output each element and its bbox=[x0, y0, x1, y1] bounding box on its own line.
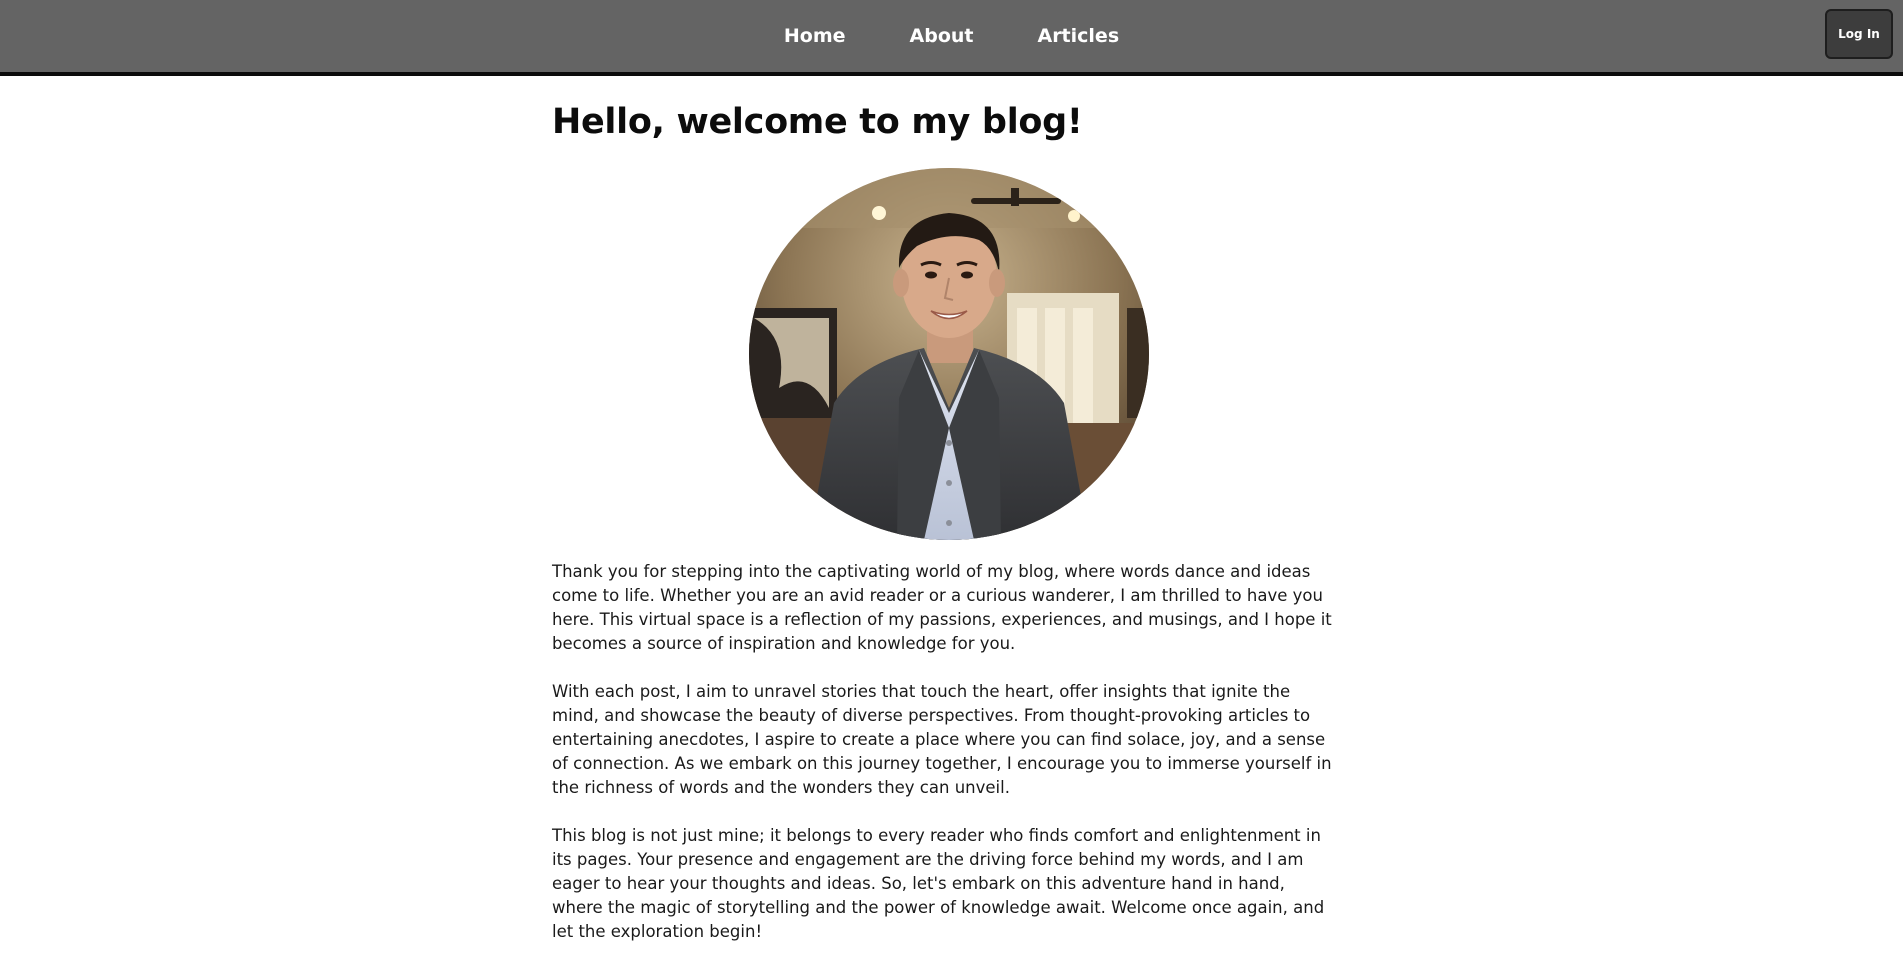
nav-links: Home About Articles bbox=[0, 0, 1903, 72]
nav-link-home[interactable]: Home bbox=[784, 25, 846, 47]
login-button[interactable]: Log In bbox=[1825, 9, 1893, 59]
page-title: Hello, welcome to my blog! bbox=[552, 102, 1083, 142]
intro-paragraph-3: This blog is not just mine; it belongs t… bbox=[552, 826, 1325, 941]
avatar-container bbox=[552, 168, 1336, 540]
top-navbar: Home About Articles Log In bbox=[0, 0, 1903, 76]
intro-paragraph-2: With each post, I aim to unravel stories… bbox=[552, 682, 1332, 797]
intro-text: Thank you for stepping into the captivat… bbox=[552, 560, 1336, 944]
intro-paragraph-1: Thank you for stepping into the captivat… bbox=[552, 562, 1332, 653]
main-content: Hello, welcome to my blog! Thank you for… bbox=[552, 76, 1336, 944]
nav-link-about[interactable]: About bbox=[910, 25, 974, 47]
nav-link-articles[interactable]: Articles bbox=[1037, 25, 1119, 47]
profile-photo bbox=[749, 168, 1149, 540]
